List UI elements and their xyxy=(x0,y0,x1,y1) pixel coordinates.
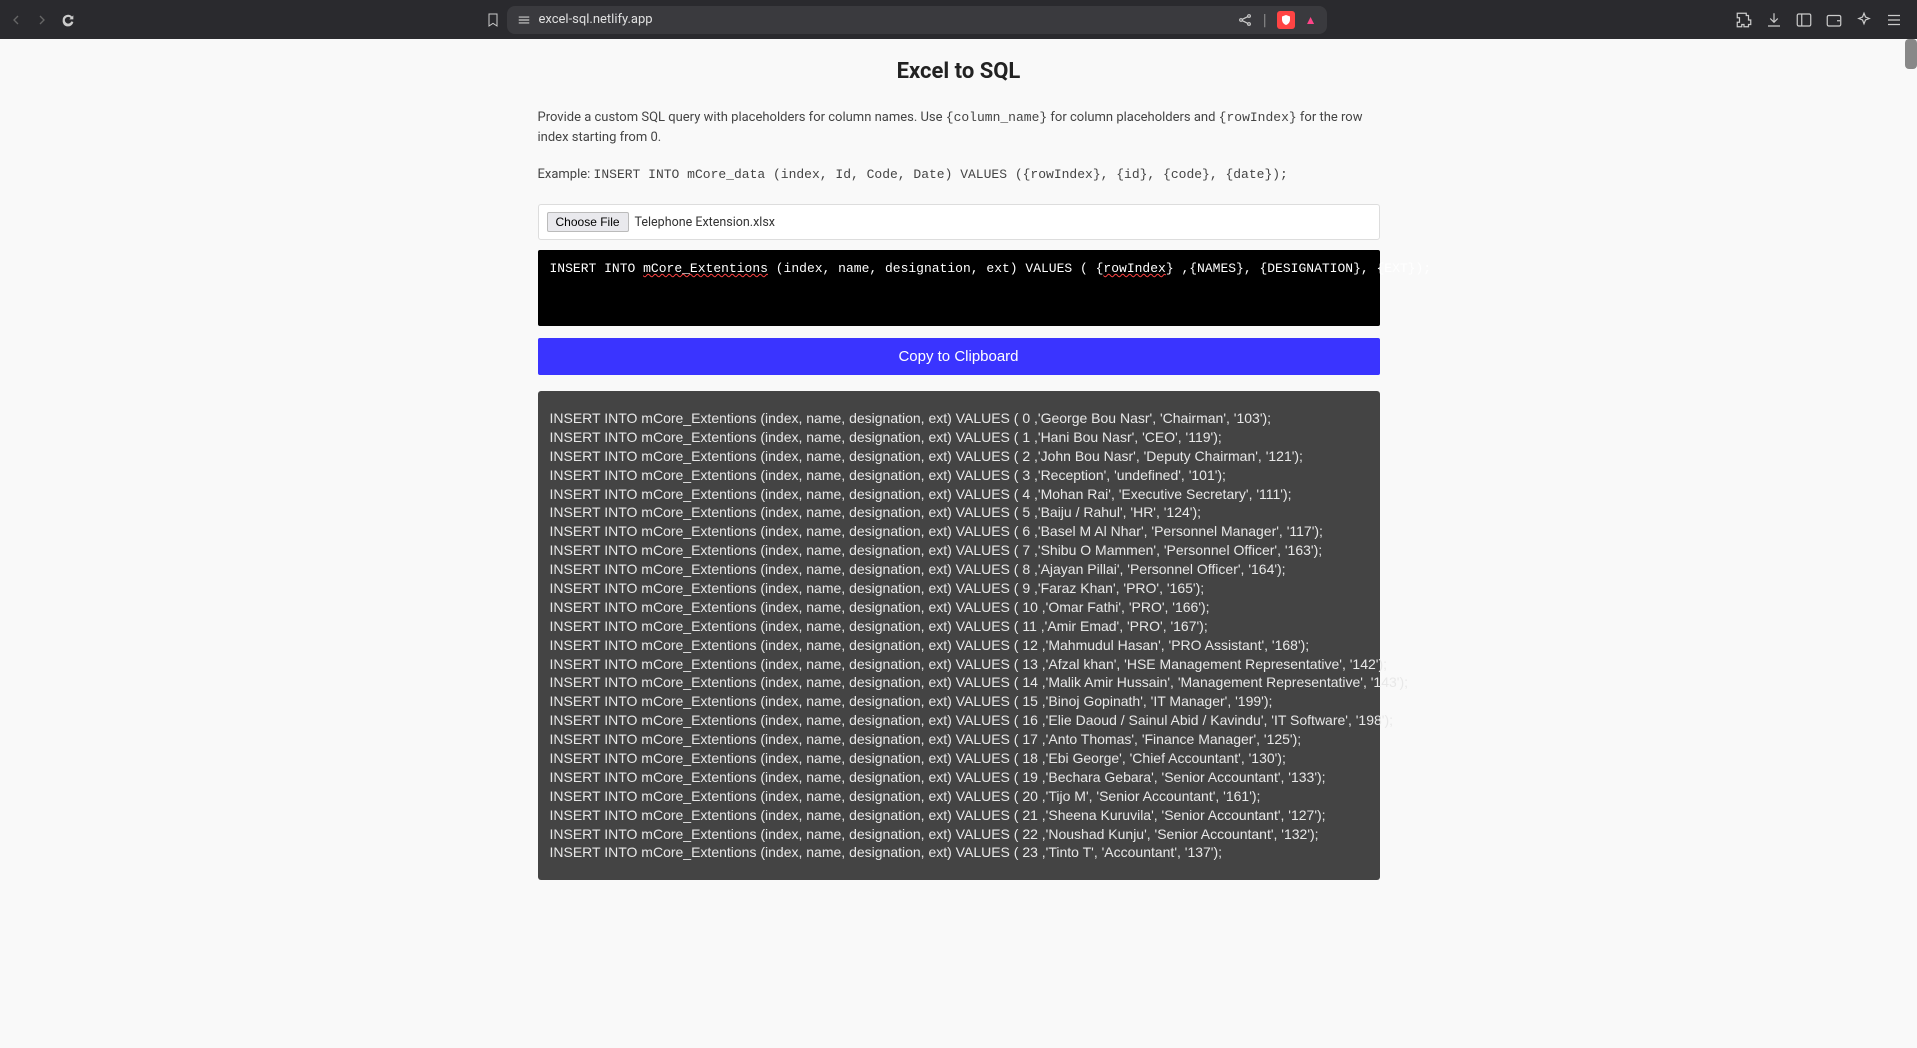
page-title: Excel to SQL xyxy=(538,59,1380,84)
brave-rewards-icon[interactable]: ▲ xyxy=(1305,13,1317,27)
back-icon[interactable] xyxy=(8,12,24,28)
url-bar[interactable]: excel-sql.netlify.app | ▲ xyxy=(507,6,1327,34)
instructions: Provide a custom SQL query with placehol… xyxy=(538,108,1380,147)
copy-clipboard-button[interactable]: Copy to Clipboard xyxy=(538,338,1380,375)
output-row: INSERT INTO mCore_Extentions (index, nam… xyxy=(550,503,1368,522)
output-row: INSERT INTO mCore_Extentions (index, nam… xyxy=(550,466,1368,485)
tune-icon[interactable] xyxy=(517,13,531,27)
url-text: excel-sql.netlify.app xyxy=(539,12,653,27)
output-row: INSERT INTO mCore_Extentions (index, nam… xyxy=(550,655,1368,674)
toolbar-right xyxy=(1735,11,1909,29)
sparkle-icon[interactable] xyxy=(1855,11,1873,29)
output-row: INSERT INTO mCore_Extentions (index, nam… xyxy=(550,447,1368,466)
output-row: INSERT INTO mCore_Extentions (index, nam… xyxy=(550,541,1368,560)
url-right: | ▲ xyxy=(1237,10,1317,29)
file-input-row: Choose File Telephone Extension.xlsx xyxy=(538,204,1380,240)
extensions-icon[interactable] xyxy=(1735,11,1753,29)
output-row: INSERT INTO mCore_Extentions (index, nam… xyxy=(550,673,1368,692)
bookmark-icon[interactable] xyxy=(485,12,501,28)
output-row: INSERT INTO mCore_Extentions (index, nam… xyxy=(550,560,1368,579)
output-row: INSERT INTO mCore_Extentions (index, nam… xyxy=(550,692,1368,711)
share-icon[interactable] xyxy=(1237,12,1253,28)
output-row: INSERT INTO mCore_Extentions (index, nam… xyxy=(550,428,1368,447)
output-row: INSERT INTO mCore_Extentions (index, nam… xyxy=(550,768,1368,787)
nav-arrows xyxy=(8,12,76,28)
brave-shield-icon[interactable] xyxy=(1277,11,1295,29)
reload-icon[interactable] xyxy=(60,12,76,28)
wallet-icon[interactable] xyxy=(1825,11,1843,29)
output-row: INSERT INTO mCore_Extentions (index, nam… xyxy=(550,806,1368,825)
sidebar-icon[interactable] xyxy=(1795,11,1813,29)
instruction-prefix: Provide a custom SQL query with placehol… xyxy=(538,110,946,125)
browser-chrome: excel-sql.netlify.app | ▲ xyxy=(0,0,1917,39)
output-row: INSERT INTO mCore_Extentions (index, nam… xyxy=(550,617,1368,636)
output-row: INSERT INTO mCore_Extentions (index, nam… xyxy=(550,579,1368,598)
sql-output: INSERT INTO mCore_Extentions (index, nam… xyxy=(538,391,1380,880)
output-row: INSERT INTO mCore_Extentions (index, nam… xyxy=(550,787,1368,806)
content: Excel to SQL Provide a custom SQL query … xyxy=(538,39,1380,896)
example-label: Example: xyxy=(538,167,594,182)
viewport[interactable]: Excel to SQL Provide a custom SQL query … xyxy=(0,39,1917,1048)
output-row: INSERT INTO mCore_Extentions (index, nam… xyxy=(550,730,1368,749)
instruction-col-code: {column_name} xyxy=(946,110,1047,125)
output-row: INSERT INTO mCore_Extentions (index, nam… xyxy=(550,749,1368,768)
output-row: INSERT INTO mCore_Extentions (index, nam… xyxy=(550,843,1368,862)
output-row: INSERT INTO mCore_Extentions (index, nam… xyxy=(550,825,1368,844)
instruction-row-code: {rowIndex} xyxy=(1219,110,1297,125)
scrollbar-thumb[interactable] xyxy=(1905,39,1917,69)
menu-icon[interactable] xyxy=(1885,11,1903,29)
file-name: Telephone Extension.xlsx xyxy=(635,215,775,230)
output-row: INSERT INTO mCore_Extentions (index, nam… xyxy=(550,409,1368,428)
output-row: INSERT INTO mCore_Extentions (index, nam… xyxy=(550,485,1368,504)
output-row: INSERT INTO mCore_Extentions (index, nam… xyxy=(550,522,1368,541)
example: Example: INSERT INTO mCore_data (index, … xyxy=(538,167,1380,182)
instruction-mid: for column placeholders and xyxy=(1047,110,1218,125)
sql-template-input[interactable]: INSERT INTO mCore_Extentions (index, nam… xyxy=(538,250,1380,326)
forward-icon[interactable] xyxy=(34,12,50,28)
url-bar-wrap: excel-sql.netlify.app | ▲ xyxy=(84,6,1727,34)
output-row: INSERT INTO mCore_Extentions (index, nam… xyxy=(550,636,1368,655)
output-row: INSERT INTO mCore_Extentions (index, nam… xyxy=(550,598,1368,617)
download-icon[interactable] xyxy=(1765,11,1783,29)
choose-file-button[interactable]: Choose File xyxy=(547,212,629,232)
output-row: INSERT INTO mCore_Extentions (index, nam… xyxy=(550,711,1368,730)
example-code: INSERT INTO mCore_data (index, Id, Code,… xyxy=(594,167,1288,182)
